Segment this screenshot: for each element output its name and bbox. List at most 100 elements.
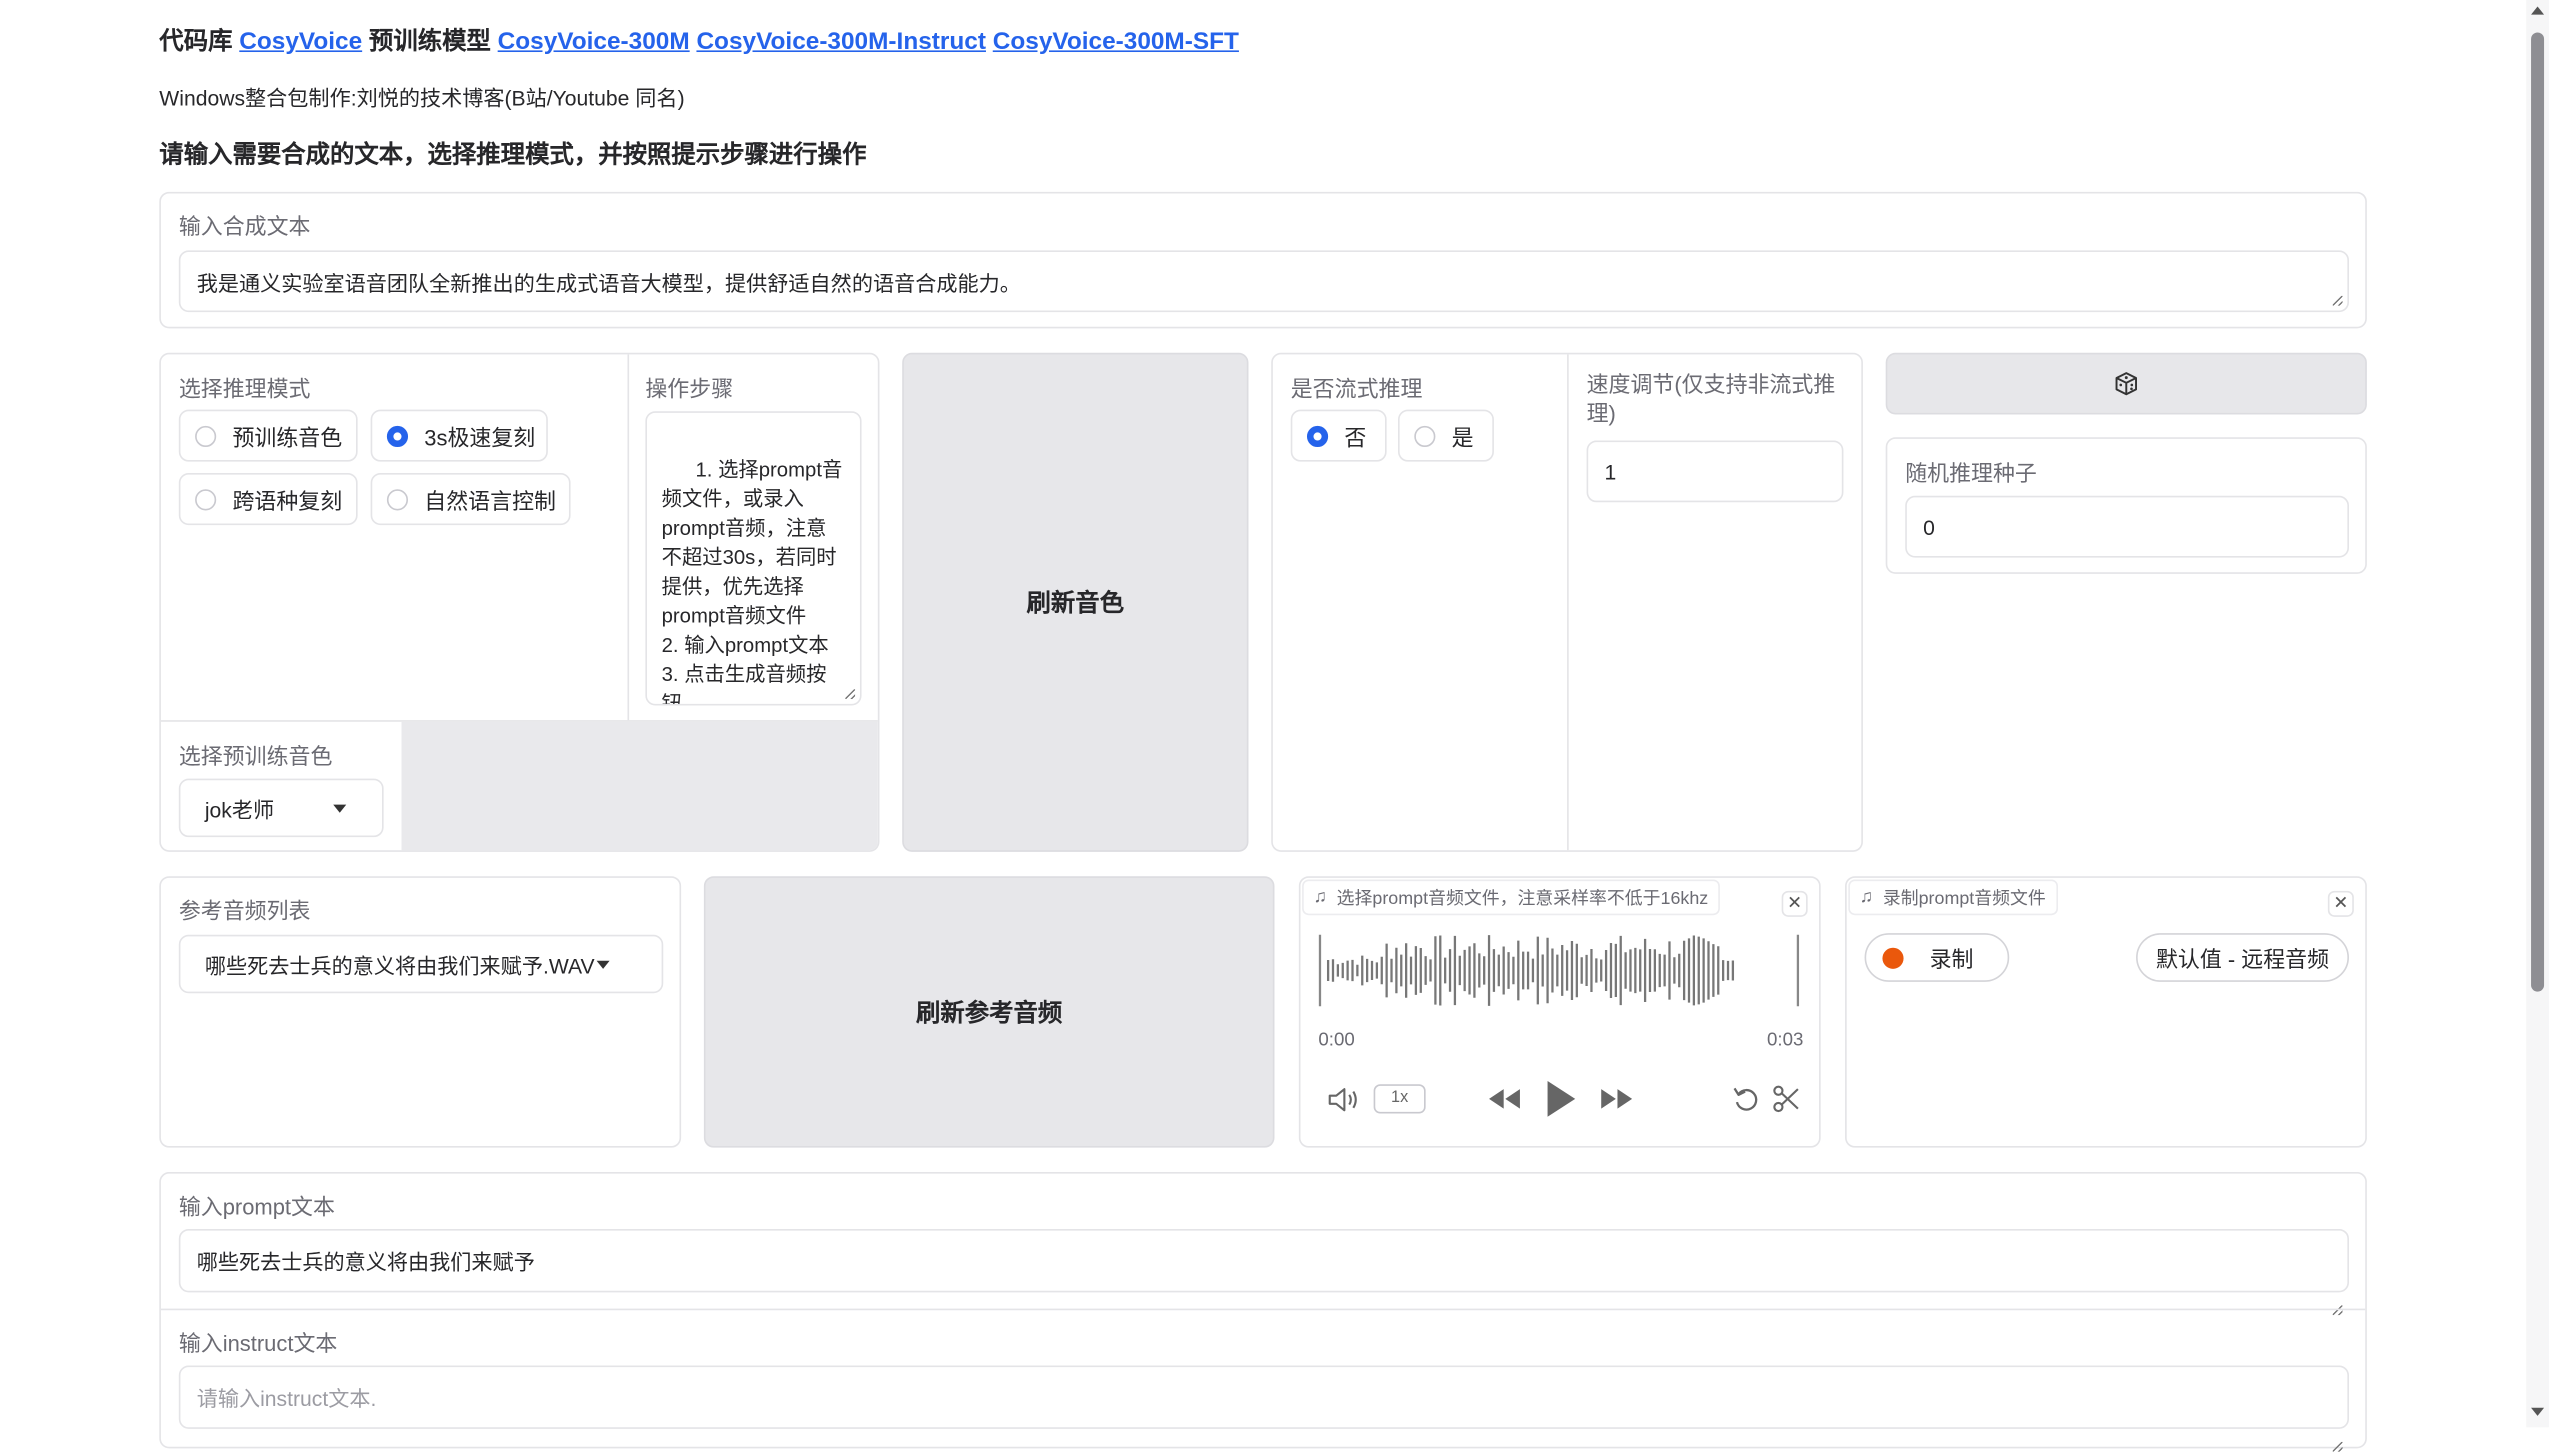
caret-down-icon	[333, 803, 347, 812]
close-icon[interactable]: ✕	[1781, 890, 1808, 917]
prompt-text-input[interactable]: 哪些死去士兵的意义将由我们来赋予	[178, 1228, 2349, 1293]
scrollbar-track[interactable]	[2526, 0, 2549, 1428]
prompt-audio-tag-text: 选择prompt音频文件，注意采样率不低于16khz	[1336, 889, 1709, 909]
refresh-voice-label: 刷新音色	[1026, 590, 1125, 618]
stream-option-label: 否	[1344, 425, 1367, 451]
undo-icon[interactable]	[1731, 1084, 1760, 1113]
empty-fill	[401, 721, 878, 851]
prompt-text-label: 输入prompt文本	[178, 1194, 335, 1220]
record-button[interactable]: 录制	[1864, 933, 2010, 982]
text-inputs-group: 输入prompt文本 哪些死去士兵的意义将由我们来赋予 输入instruct文本…	[159, 1172, 2367, 1452]
mode-option-label: 跨语种复刻	[232, 489, 343, 514]
mode-option-label: 预训练音色	[232, 425, 343, 451]
steps-text: 1. 选择prompt音频文件，或录入prompt音频，注意不超过30s，若同时…	[661, 458, 843, 706]
scroll-up-arrow-icon[interactable]	[2531, 6, 2545, 15]
speed-input[interactable]: 1	[1586, 440, 1844, 503]
ref-audio-dropdown[interactable]: 哪些死去士兵的意义将由我们来赋予.WAV	[178, 934, 664, 994]
stream-option-no[interactable]: 否	[1290, 409, 1387, 462]
mode-option-label: 3s极速复刻	[424, 425, 536, 451]
instruct-text-label: 输入instruct文本	[178, 1331, 338, 1356]
time-start: 0:00	[1318, 1030, 1355, 1051]
speed-label: 速度调节(仅支持非流式推理)	[1586, 372, 1836, 426]
stream-option-label: 是	[1451, 425, 1474, 451]
radio-selected-icon	[386, 425, 409, 447]
music-note-icon: ♫	[1859, 887, 1874, 908]
playback-speed-button[interactable]: 1x	[1373, 1084, 1426, 1114]
repo-link[interactable]: CosyVoice	[239, 28, 362, 56]
default-remote-audio-label: 默认值 - 远程音频	[2155, 947, 2330, 973]
caret-down-icon	[596, 959, 610, 969]
record-tag: ♫ 录制prompt音频文件	[1848, 879, 2058, 916]
scrollbar-thumb[interactable]	[2531, 32, 2545, 992]
refresh-voice-button[interactable]: 刷新音色	[902, 352, 1249, 852]
playback-speed-label: 1x	[1391, 1089, 1409, 1108]
resize-grip[interactable]	[2332, 1441, 2343, 1452]
resize-grip[interactable]	[2332, 295, 2343, 306]
steps-textarea[interactable]: 1. 选择prompt音频文件，或录入prompt音频，注意不超过30s，若同时…	[645, 411, 862, 706]
app-stage: 代码库 CosyVoice 预训练模型 CosyVoice-300M CosyV…	[0, 0, 2549, 1452]
synth-text-panel: 输入合成文本 我是通义实验室语音团队全新推出的生成式语音大模型，提供舒适自然的语…	[159, 191, 2367, 329]
synth-text-label: 输入合成文本	[178, 214, 311, 239]
mode-option-label: 自然语言控制	[424, 489, 556, 514]
seed-label: 随机推理种子	[1905, 461, 2037, 487]
instruct-placeholder: 请输入instruct文本.	[196, 1386, 377, 1412]
ref-audio-value: 哪些死去士兵的意义将由我们来赋予.WAV	[204, 953, 595, 978]
music-note-icon: ♫	[1313, 887, 1327, 908]
fast-forward-icon[interactable]	[1600, 1086, 1636, 1112]
default-remote-audio-button[interactable]: 默认值 - 远程音频	[2136, 933, 2349, 982]
radio-icon	[195, 425, 217, 447]
mode-option-cross-lingual[interactable]: 跨语种复刻	[178, 473, 358, 526]
divider	[627, 354, 630, 721]
play-icon[interactable]	[1544, 1079, 1577, 1118]
radio-icon	[1414, 425, 1436, 447]
scroll-down-arrow-icon[interactable]	[2531, 1407, 2545, 1416]
scissors-icon[interactable]	[1772, 1084, 1801, 1113]
speaker-value: jok老师	[204, 797, 275, 822]
record-panel: ♫ 录制prompt音频文件 ✕ 录制 默认值 - 远程音频	[1845, 876, 2367, 1148]
credit-text: Windows整合包制作:刘悦的技术博客(B站/Youtube 同名)	[159, 86, 685, 111]
repo-label: 代码库	[159, 27, 233, 56]
record-dot-icon	[1882, 946, 1904, 969]
model-link-300m[interactable]: CosyVoice-300M	[498, 28, 690, 56]
time-end: 0:03	[1767, 1030, 1804, 1051]
prompt-audio-tag: ♫ 选择prompt音频文件，注意采样率不低于16khz	[1302, 879, 1720, 916]
dice-icon	[2115, 372, 2138, 396]
divider	[1567, 354, 1569, 851]
speaker-dropdown[interactable]: jok老师	[178, 778, 384, 838]
record-tag-text: 录制prompt音频文件	[1882, 889, 2046, 909]
model-link-300m-instruct[interactable]: CosyVoice-300M-Instruct	[696, 28, 986, 56]
record-label: 录制	[1929, 947, 1974, 973]
mode-label: 选择推理模式	[178, 377, 311, 402]
instruction-text: 请输入需要合成的文本，选择推理模式，并按照提示步骤进行操作	[159, 141, 867, 170]
seed-panel: 随机推理种子 0	[1885, 437, 2367, 574]
refresh-ref-label: 刷新参考音频	[916, 999, 1063, 1028]
mode-option-pretrained[interactable]: 预训练音色	[178, 409, 358, 462]
model-link-300m-sft[interactable]: CosyVoice-300M-SFT	[993, 28, 1239, 56]
stream-speed-group: 是否流式推理 否 是 速度调节(仅支持非流式推理) 1	[1271, 352, 1863, 852]
prompt-audio-panel: ♫ 选择prompt音频文件，注意采样率不低于16khz ✕ 0:00 0:03…	[1298, 876, 1821, 1148]
waveform	[1318, 934, 1800, 1007]
mode-option-3s-clone[interactable]: 3s极速复刻	[370, 409, 548, 462]
ref-audio-panel: 参考音频列表 哪些死去士兵的意义将由我们来赋予.WAV	[159, 876, 682, 1148]
seed-input[interactable]: 0	[1905, 495, 2349, 558]
synth-text-input[interactable]: 我是通义实验室语音团队全新推出的生成式语音大模型，提供舒适自然的语音合成能力。	[178, 250, 2349, 313]
instruct-text-input[interactable]: 请输入instruct文本.	[178, 1365, 2349, 1429]
stream-label: 是否流式推理	[1290, 377, 1423, 402]
radio-selected-icon	[1306, 425, 1329, 447]
refresh-ref-audio-button[interactable]: 刷新参考音频	[703, 876, 1275, 1148]
speaker-label: 选择预训练音色	[178, 744, 333, 769]
models-label: 预训练模型	[368, 27, 491, 56]
radio-icon	[386, 488, 409, 510]
resize-grip[interactable]	[845, 689, 856, 700]
ref-audio-label: 参考音频列表	[178, 898, 311, 924]
stream-option-yes[interactable]: 是	[1398, 409, 1494, 462]
steps-label: 操作步骤	[645, 377, 734, 402]
random-seed-button[interactable]	[1885, 352, 2367, 415]
volume-icon[interactable]	[1326, 1086, 1359, 1114]
mode-option-instruct[interactable]: 自然语言控制	[370, 473, 571, 526]
rewind-icon[interactable]	[1486, 1086, 1522, 1112]
close-icon[interactable]: ✕	[2327, 890, 2354, 917]
divider	[160, 1308, 2366, 1311]
radio-icon	[195, 488, 217, 510]
mode-group: 选择推理模式 预训练音色 3s极速复刻 跨语种复刻 自然语言控制 操作步骤 1.…	[159, 352, 880, 852]
